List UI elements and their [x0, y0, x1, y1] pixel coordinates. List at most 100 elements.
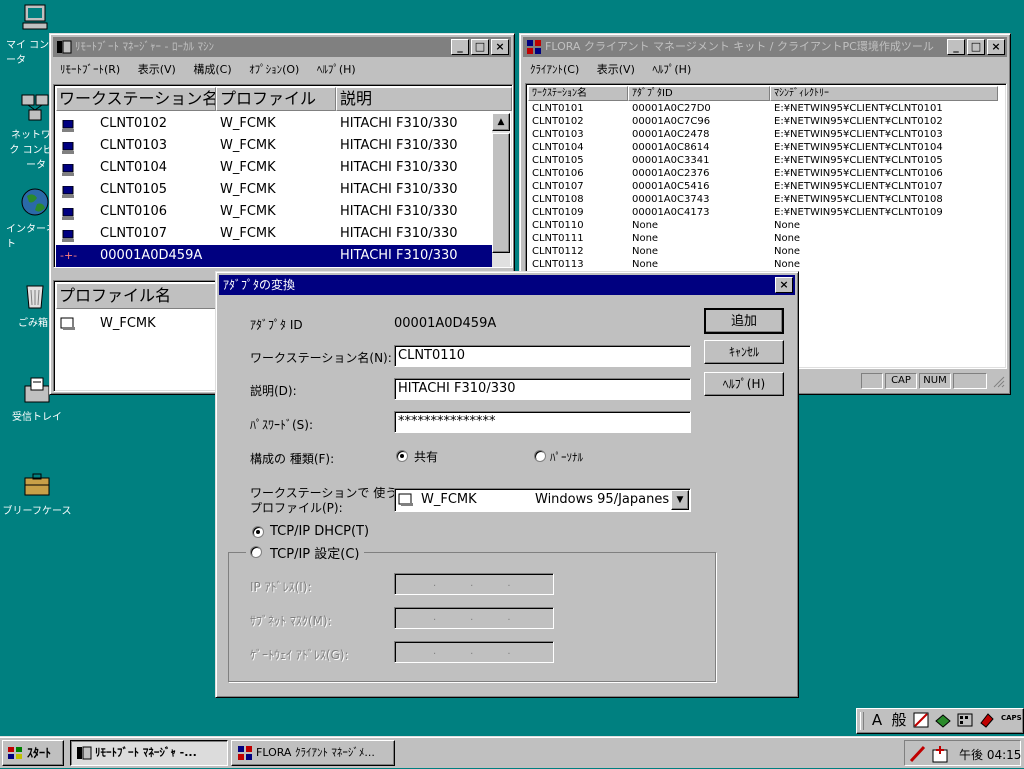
col-header-adapter-id[interactable]: ｱﾀﾞﾌﾟﾀID [628, 86, 770, 101]
ime-tool-icon[interactable] [977, 711, 997, 731]
menu-view[interactable]: 表示(V) [131, 58, 183, 80]
client-ws-name: CLNT0112 [532, 246, 584, 257]
menu-remote-boot[interactable]: ﾘﾓｰﾄﾌﾞｰﾄ(R) [53, 58, 127, 80]
menu-view[interactable]: 表示(V) [590, 58, 642, 80]
client-ws-name: CLNT0107 [532, 181, 584, 192]
pen-icon[interactable] [908, 744, 928, 767]
table-row[interactable]: CLNT0101 00001A0C27D0 E:¥NETWIN95¥CLIENT¥C… [528, 102, 998, 115]
table-row[interactable]: CLNT0102 00001A0C7C96 E:¥NETWIN95¥CLIENT¥C… [528, 115, 998, 128]
table-row[interactable]: CLNT0102 W_FCMK HITACHI F310/330 [56, 113, 492, 135]
cancel-button[interactable]: ｷｬﾝｾﾙ [704, 340, 784, 364]
ime-pad-icon[interactable] [955, 711, 975, 731]
client-adapter-id: 00001A0C7C96 [632, 116, 711, 127]
description-input[interactable]: HITACHI F310/330 [394, 378, 691, 400]
table-row[interactable]: CLNT0110 None None [528, 219, 998, 232]
subnet-mask-input[interactable]: ... [394, 607, 554, 629]
profile-select[interactable]: W_FCMK Windows 95/Japanese ▼ [394, 488, 691, 512]
scroll-thumb[interactable] [492, 133, 510, 253]
gateway-address-input[interactable]: ... [394, 641, 554, 663]
network-icon [19, 92, 51, 124]
tcp-settings-label[interactable]: TCP/IP 設定(C) [270, 547, 360, 562]
col-header-profile[interactable]: プロファイル [216, 87, 336, 111]
table-row[interactable]: CLNT0106 00001A0C2376 E:¥NETWIN95¥CLIENT¥C… [528, 167, 998, 180]
close-button[interactable]: × [491, 39, 509, 55]
resize-grip[interactable] [991, 374, 1005, 388]
gateway-address-label: ｹﾞｰﾄｳｪｲ ｱﾄﾞﾚｽ(G): [250, 648, 349, 662]
vertical-scrollbar[interactable]: ▲ [492, 113, 510, 267]
desktop-icon-label: ブリーフケース [2, 506, 72, 517]
table-row[interactable]: CLNT0111 None None [528, 232, 998, 245]
add-button[interactable]: 追加 [704, 308, 784, 334]
config-shared-label[interactable]: 共有 [414, 448, 438, 465]
desktop-icon-briefcase[interactable]: ブリーフケース [2, 468, 72, 517]
tray-app-icon[interactable] [931, 744, 951, 767]
adapter-id-label: ｱﾀﾞﾌﾟﾀ ID [250, 318, 303, 332]
help-button[interactable]: ﾍﾙﾌﾟ(H) [704, 372, 784, 396]
password-input[interactable]: *************** [394, 411, 691, 433]
dropdown-arrow-button[interactable]: ▼ [671, 490, 689, 510]
config-personal-radio[interactable] [534, 450, 546, 462]
close-button[interactable]: × [987, 39, 1005, 55]
config-personal-label[interactable]: ﾊﾟｰｿﾅﾙ [550, 449, 583, 465]
menu-help[interactable]: ﾍﾙﾌﾟ(H) [645, 58, 698, 80]
rpm-title-bar[interactable]: ﾘﾓｰﾄﾌﾞｰﾄ ﾏﾈｰｼﾞｬｰ - ﾛｰｶﾙ ﾏｼﾝ _ □ × [53, 37, 511, 57]
menu-config[interactable]: 構成(C) [186, 58, 238, 80]
table-row[interactable]: CLNT0104 00001A0C8614 E:¥NETWIN95¥CLIENT¥C… [528, 141, 998, 154]
col-header-machine-dir[interactable]: ﾏｼﾝﾃﾞｨﾚｸﾄﾘｰ [770, 86, 998, 101]
ime-convert-icon[interactable] [911, 711, 931, 731]
menu-help[interactable]: ﾍﾙﾌﾟ(H) [310, 58, 363, 80]
client-machine-dir: E:¥NETWIN95¥CLIENT¥CLNT0102 [774, 116, 943, 127]
ime-grip[interactable] [860, 712, 864, 730]
maximize-button[interactable]: □ [471, 39, 489, 55]
table-row[interactable]: CLNT0107 W_FCMK HITACHI F310/330 [56, 223, 492, 245]
client-ws-name: CLNT0102 [532, 116, 584, 127]
table-row-selected[interactable]: -+- 00001A0D459A HITACHI F310/330 [56, 245, 492, 267]
ime-dictionary-icon[interactable] [933, 711, 953, 731]
workstation-icon [62, 118, 76, 132]
client-machine-dir: E:¥NETWIN95¥CLIENT¥CLNT0104 [774, 142, 943, 153]
ime-mode-a[interactable]: A [867, 711, 887, 731]
table-row[interactable]: CLNT0113 None None [528, 258, 998, 271]
config-shared-radio[interactable] [396, 450, 408, 462]
table-row[interactable]: CLNT0108 00001A0C3743 E:¥NETWIN95¥CLIENT¥C… [528, 193, 998, 206]
dialog-title-bar[interactable]: ｱﾀﾞﾌﾟﾀの変換 × [219, 275, 795, 295]
col-header-workstation[interactable]: ワークステーション名 [56, 87, 216, 111]
system-tray: 午後 04:15 [904, 740, 1021, 766]
workstation-icon [62, 140, 76, 154]
table-row[interactable]: CLNT0106 W_FCMK HITACHI F310/330 [56, 201, 492, 223]
client-ws-name: CLNT0101 [532, 103, 584, 114]
flora-app-icon [237, 745, 253, 765]
table-row[interactable]: CLNT0104 W_FCMK HITACHI F310/330 [56, 157, 492, 179]
ime-mode-kanji[interactable]: 般 [889, 711, 909, 731]
col-header-description[interactable]: 説明 [336, 87, 512, 111]
close-button[interactable]: × [775, 277, 793, 293]
table-row[interactable]: CLNT0105 W_FCMK HITACHI F310/330 [56, 179, 492, 201]
col-header-ws-name[interactable]: ﾜｰｸｽﾃｰｼｮﾝ名 [528, 86, 628, 101]
status-caps: CAP [885, 373, 917, 389]
ws-desc: HITACHI F310/330 [340, 182, 458, 197]
minimize-button[interactable]: _ [451, 39, 469, 55]
clock[interactable]: 午後 04:15 [959, 746, 1021, 763]
tcp-settings-radio[interactable] [250, 546, 262, 558]
workstation-name-input[interactable]: CLNT0110 [394, 345, 691, 367]
table-row[interactable]: CLNT0105 00001A0C3341 E:¥NETWIN95¥CLIENT¥C… [528, 154, 998, 167]
adapter-icon: -+- [60, 249, 78, 262]
start-button[interactable]: ｽﾀｰﾄ [2, 740, 64, 766]
maximize-button[interactable]: □ [967, 39, 985, 55]
tcp-dhcp-label[interactable]: TCP/IP DHCP(T) [270, 524, 369, 539]
menu-client[interactable]: ｸﾗｲｱﾝﾄ(C) [523, 58, 586, 80]
task-remote-boot[interactable]: ﾘﾓｰﾄﾌﾞｰﾄ ﾏﾈｰｼﾞｬ -... [70, 740, 228, 766]
task-flora[interactable]: FLORA ｸﾗｲｱﾝﾄ ﾏﾈｰｼﾞﾒ... [231, 740, 395, 766]
client-machine-dir: E:¥NETWIN95¥CLIENT¥CLNT0105 [774, 155, 943, 166]
tcp-dhcp-radio[interactable] [252, 526, 264, 538]
table-row[interactable]: CLNT0107 00001A0C5416 E:¥NETWIN95¥CLIENT¥C… [528, 180, 998, 193]
ip-address-input[interactable]: ... [394, 573, 554, 595]
minimize-button[interactable]: _ [947, 39, 965, 55]
flora-title-bar[interactable]: FLORA クライアント マネージメント キット / クライアントPC環境作成ツ… [523, 37, 1007, 57]
table-row[interactable]: CLNT0112 None None [528, 245, 998, 258]
table-row[interactable]: CLNT0103 W_FCMK HITACHI F310/330 [56, 135, 492, 157]
scroll-up-button[interactable]: ▲ [492, 113, 510, 131]
menu-options[interactable]: ｵﾌﾟｼｮﾝ(O) [242, 58, 306, 80]
table-row[interactable]: CLNT0109 00001A0C4173 E:¥NETWIN95¥CLIENT¥C… [528, 206, 998, 219]
table-row[interactable]: CLNT0103 00001A0C2478 E:¥NETWIN95¥CLIENT¥C… [528, 128, 998, 141]
